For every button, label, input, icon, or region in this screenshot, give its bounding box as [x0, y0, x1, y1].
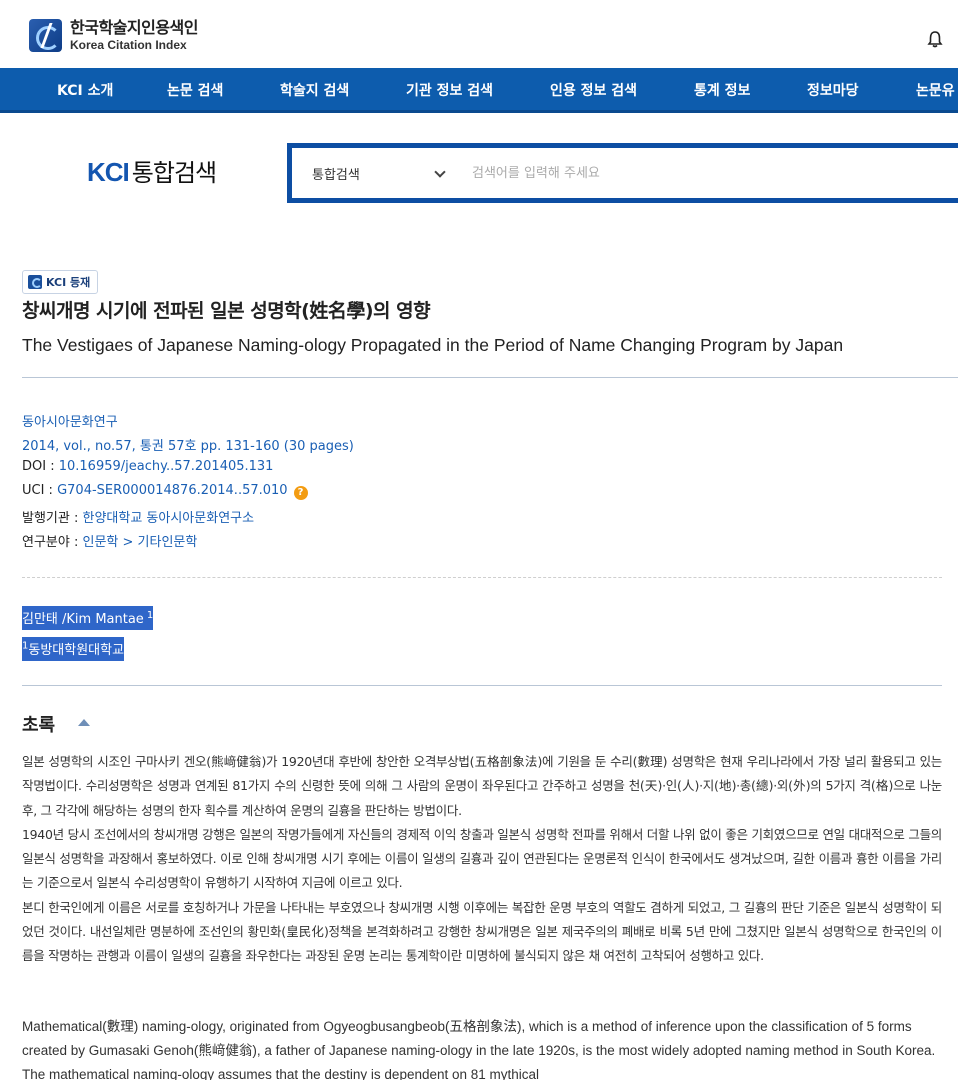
doi-link[interactable]: 10.16959/jeachy..57.201405.131 — [59, 459, 274, 474]
publisher-row: 발행기관 : 한양대학교 동아시아문화연구소 — [22, 507, 254, 526]
affiliation-text: 동방대학원대학교 — [28, 643, 125, 658]
doi-row: DOI : 10.16959/jeachy..57.201405.131 — [22, 459, 273, 474]
issue-link[interactable]: 2014, vol., no.57, 통권 57호 pp. 131-160 (3… — [22, 439, 354, 454]
article-title-en: The Vestigaes of Japanese Naming-ology P… — [22, 335, 844, 355]
collapse-caret-icon[interactable] — [78, 719, 90, 726]
author-text: 김만태 /Kim Mantae — [22, 612, 144, 627]
abstract-ko-p3: 본디 한국인에게 이름은 서로를 호칭하거나 가문을 나타내는 부호였으나 창씨… — [22, 899, 942, 964]
nav-item-journal-search[interactable]: 학술지 검색 — [280, 80, 349, 100]
badge-label: KCI 등재 — [46, 276, 91, 289]
main-nav: KCI 소개 논문 검색 학술지 검색 기관 정보 검색 인용 정보 검색 통계… — [0, 68, 958, 113]
uci-label: UCI : — [22, 483, 58, 498]
help-icon[interactable]: ? — [293, 486, 308, 500]
search-scope-select[interactable]: 통합검색 — [312, 164, 452, 183]
issue-info: 2014, vol., no.57, 통권 57호 pp. 131-160 (3… — [22, 435, 354, 454]
journal-name: 동아시아문화연구 — [22, 411, 118, 430]
author-affiliation: 1동방대학원대학교 — [22, 637, 125, 661]
divider — [22, 685, 942, 686]
publisher-label: 발행기관 : — [22, 511, 83, 526]
publisher-link[interactable]: 한양대학교 동아시아문화연구소 — [83, 511, 255, 526]
nav-item-citation-search[interactable]: 인용 정보 검색 — [550, 80, 637, 100]
uci-row: UCI : G704-SER000014876.2014..57.010? — [22, 483, 308, 500]
field-label: 연구분야 : — [22, 535, 83, 550]
article-title-ko: 창씨개명 시기에 전파된 일본 성명학(姓名學)의 영향 — [22, 300, 431, 322]
search-logo-kci: KCI — [87, 157, 130, 187]
logo-title-ko: 한국학술지인용색인 — [70, 18, 198, 37]
nav-item-statistics[interactable]: 통계 정보 — [694, 80, 750, 100]
kci-badge-icon — [28, 275, 42, 289]
integrated-search-logo[interactable]: KCI 통합검색 — [87, 153, 217, 188]
bell-icon[interactable] — [926, 30, 944, 48]
author-name[interactable]: 김만태 /Kim Mantae 1 — [22, 606, 154, 630]
field-row: 연구분야 : 인문학 > 기타인문학 — [22, 531, 197, 550]
logo-text: 한국학술지인용색인 Korea Citation Index — [70, 18, 198, 52]
logo-title-en: Korea Citation Index — [70, 38, 187, 52]
nav-item-info-square[interactable]: 정보마당 — [807, 80, 859, 100]
abstract-heading: 초록 — [22, 715, 56, 736]
nav-item-institution-search[interactable]: 기관 정보 검색 — [406, 80, 493, 100]
nav-item-article-submit[interactable]: 논문유 — [916, 80, 955, 100]
search-box: 통합검색 — [287, 143, 958, 203]
abstract-ko: 일본 성명학의 시조인 구마사키 겐오(熊﨑健翁)가 1920년대 후반에 창안… — [22, 750, 942, 969]
nav-item-kci-intro[interactable]: KCI 소개 — [57, 80, 113, 100]
kci-logo-icon — [29, 19, 62, 52]
divider — [22, 377, 958, 378]
journal-link[interactable]: 동아시아문화연구 — [22, 415, 118, 430]
dashed-divider — [22, 577, 942, 578]
doi-label: DOI : — [22, 459, 59, 474]
abstract-ko-p2: 1940년 당시 조선에서의 창씨개명 강행은 일본의 작명가들에게 자신들의 … — [22, 826, 942, 891]
search-logo-text: 통합검색 — [131, 159, 217, 187]
search-scope-value: 통합검색 — [312, 168, 360, 183]
nav-item-article-search[interactable]: 논문 검색 — [167, 80, 223, 100]
top-header: 한국학술지인용색인 Korea Citation Index — [0, 0, 958, 68]
kci-logo[interactable]: 한국학술지인용색인 Korea Citation Index — [29, 19, 198, 52]
abstract-ko-p1: 일본 성명학의 시조인 구마사키 겐오(熊﨑健翁)가 1920년대 후반에 창안… — [22, 754, 942, 818]
kci-listed-badge: KCI 등재 — [22, 270, 99, 294]
author-affil-sup: 1 — [146, 609, 154, 621]
search-input[interactable] — [472, 161, 952, 185]
abstract-en: Mathematical(數理) naming-ology, originate… — [22, 1019, 936, 1080]
uci-link[interactable]: G704-SER000014876.2014..57.010 — [57, 483, 287, 498]
field-link[interactable]: 인문학 > 기타인문학 — [83, 535, 198, 550]
